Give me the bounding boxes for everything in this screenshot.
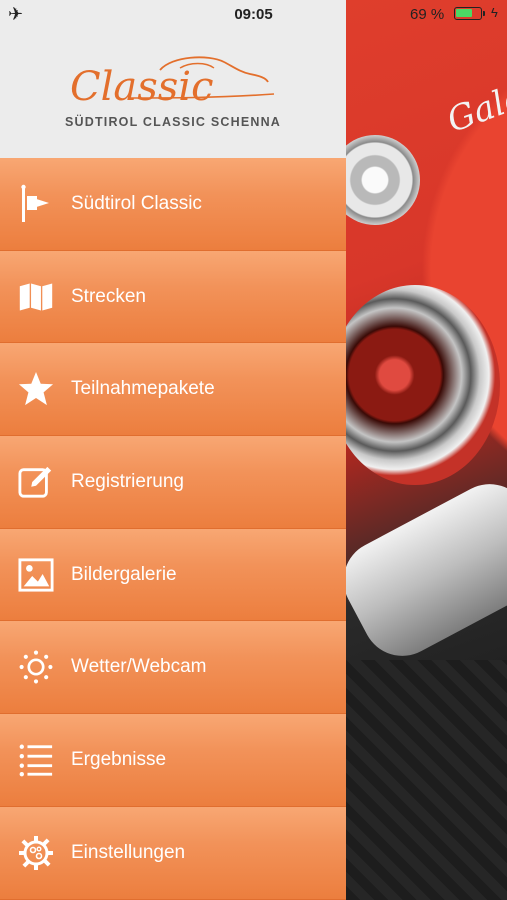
edit-icon	[18, 464, 54, 500]
map-icon	[18, 279, 54, 315]
status-bar: ✈ 09:05 69 % ϟ	[0, 0, 507, 28]
image-icon	[18, 557, 54, 593]
menu-item-label: Ergebnisse	[71, 748, 167, 770]
menu-item-wetter-webcam[interactable]: Wetter/Webcam	[0, 621, 346, 715]
navigation-menu: Südtirol Classic Strecken Teilnahmepaket…	[0, 158, 346, 900]
classic-logo-icon: Classic	[70, 56, 275, 110]
menu-item-label: Registrierung	[71, 470, 184, 492]
app-logo: Classic SÜDTIROL CLASSIC SCHENNA	[0, 28, 346, 158]
menu-item-einstellungen[interactable]: Einstellungen	[0, 806, 346, 900]
menu-item-label: Bildergalerie	[71, 563, 177, 585]
car-badge-text: Galaxie	[442, 59, 507, 141]
sun-icon	[18, 649, 54, 685]
menu-item-teilnahmepakete[interactable]: Teilnahmepakete	[0, 343, 346, 437]
logo-subtitle: SÜDTIROL CLASSIC SCHENNA	[64, 115, 282, 129]
menu-item-suedtirol-classic[interactable]: Südtirol Classic	[0, 158, 346, 251]
battery-icon	[454, 7, 482, 20]
menu-item-registrierung[interactable]: Registrierung	[0, 436, 346, 529]
car-chrome-trim-image	[329, 470, 507, 670]
battery-percentage: 69 %	[410, 6, 445, 23]
menu-item-label: Strecken	[71, 285, 146, 307]
menu-item-label: Wetter/Webcam	[71, 656, 207, 678]
flag-icon	[18, 184, 54, 222]
pavement-image	[346, 660, 507, 900]
menu-item-label: Teilnahmepakete	[71, 378, 215, 400]
menu-item-label: Einstellungen	[71, 841, 186, 863]
charging-icon: ϟ	[491, 5, 498, 20]
car-taillight-image	[330, 285, 500, 485]
side-drawer: Classic SÜDTIROL CLASSIC SCHENNA Südtiro…	[0, 0, 346, 900]
battery-tip	[483, 11, 485, 16]
menu-item-ergebnisse[interactable]: Ergebnisse	[0, 714, 346, 807]
settings-icon	[18, 835, 54, 871]
menu-item-bildergalerie[interactable]: Bildergalerie	[0, 528, 346, 622]
logo-script: Classic	[70, 64, 214, 110]
menu-item-strecken[interactable]: Strecken	[0, 250, 346, 344]
star-icon	[18, 371, 54, 407]
menu-item-label: Südtirol Classic	[71, 192, 202, 214]
list-icon	[18, 742, 54, 778]
